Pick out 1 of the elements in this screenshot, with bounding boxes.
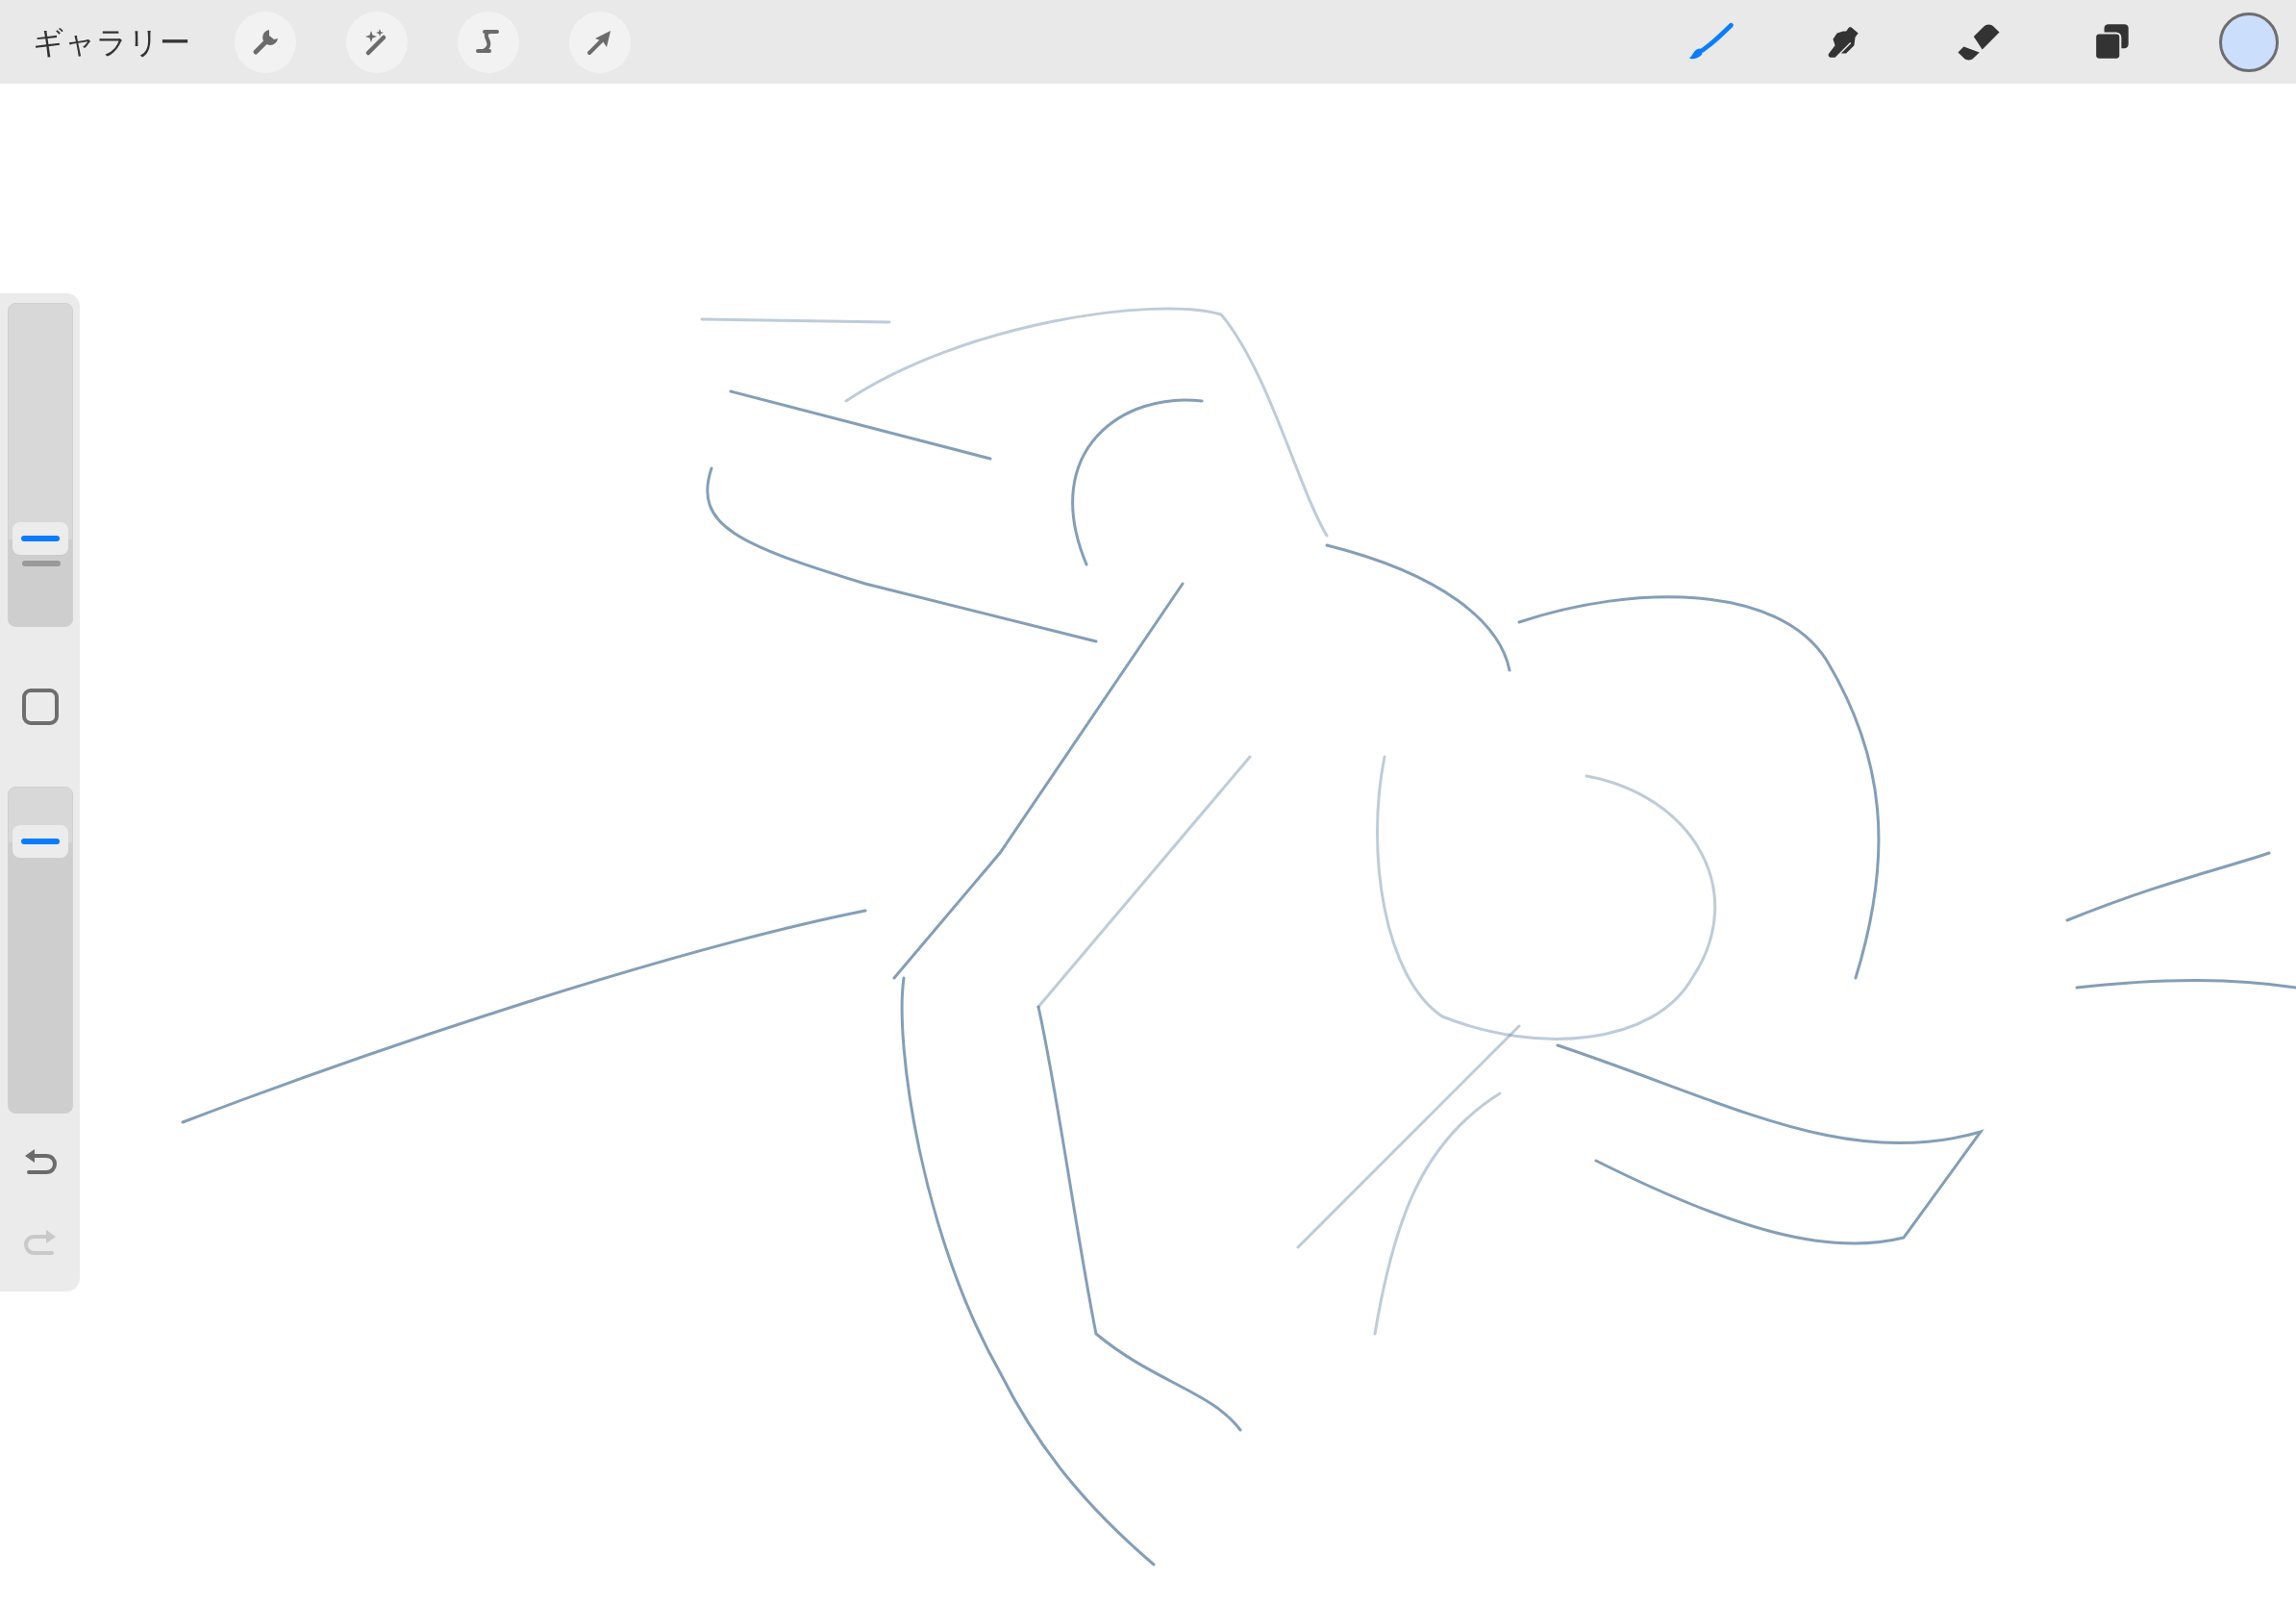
gallery-link[interactable]: ギャラリー <box>0 26 235 58</box>
